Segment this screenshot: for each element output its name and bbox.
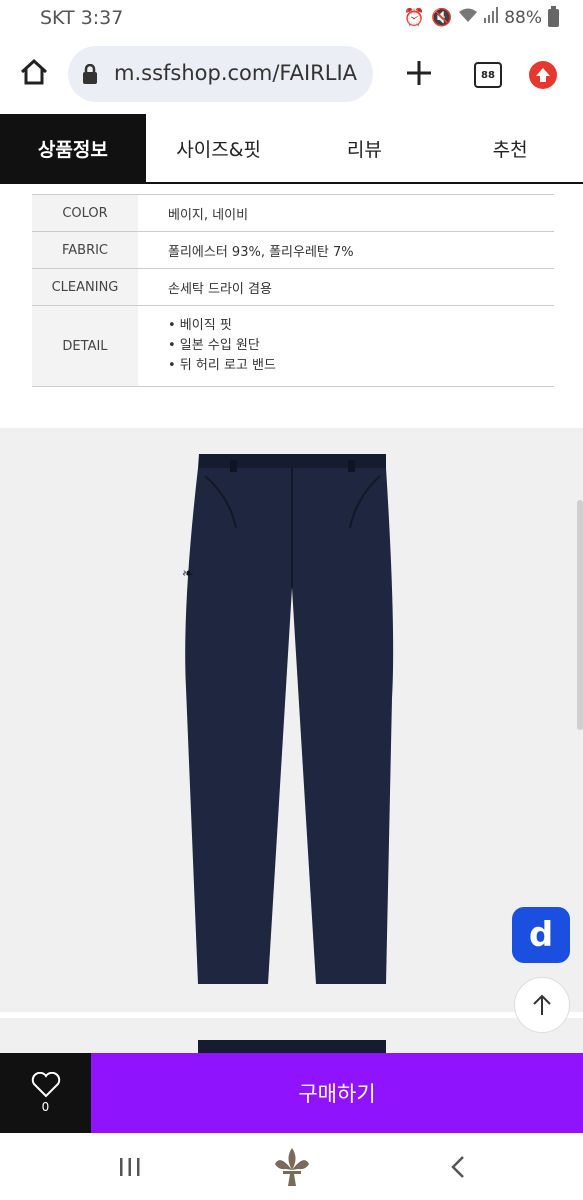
tab-size-fit[interactable]: 사이즈&핏 <box>146 114 292 182</box>
tab-product-info[interactable]: 상품정보 <box>0 114 146 182</box>
detail-line: • 일본 수입 원단 <box>168 338 260 353</box>
spec-row-cleaning: CLEANING 손세탁 드라이 겸용 <box>32 269 554 306</box>
extension-button[interactable] <box>529 61 557 89</box>
spec-value: • 베이직 핏 • 일본 수입 원단 • 뒤 허리 로고 밴드 <box>138 306 554 386</box>
lock-icon <box>83 64 97 84</box>
recent-apps-button[interactable] <box>108 1145 152 1189</box>
url-text: m.ssfshop.com/FAIRLIA <box>114 61 357 85</box>
pants-image: ❧ <box>182 454 394 984</box>
mute-icon: 🔇 <box>431 7 453 28</box>
product-image-next <box>0 1018 583 1058</box>
wifi-icon <box>458 7 478 28</box>
spec-row-fabric: FABRIC 폴리에스터 93%, 폴리우레탄 7% <box>32 232 554 269</box>
status-time: SKT 3:37 <box>40 7 124 29</box>
home-nav-button[interactable] <box>270 1145 314 1189</box>
detail-line: • 베이직 핏 <box>168 318 232 333</box>
spec-row-color: COLOR 베이지, 네이비 <box>32 195 554 232</box>
home-button[interactable] <box>17 55 51 89</box>
product-image: ❧ <box>0 428 583 1012</box>
d-floating-button[interactable]: d <box>512 907 570 963</box>
battery-icon <box>548 5 559 27</box>
fleur-de-lis-icon <box>275 1148 309 1186</box>
spec-key: CLEANING <box>32 269 138 305</box>
spec-table: COLOR 베이지, 네이비 FABRIC 폴리에스터 93%, 폴리우레탄 7… <box>32 194 554 387</box>
signal-icon <box>484 7 499 28</box>
wishlist-count: 0 <box>41 1100 50 1114</box>
tab-switcher-button[interactable]: 88 <box>474 62 502 88</box>
tab-review[interactable]: 리뷰 <box>292 114 438 182</box>
spec-value: 손세탁 드라이 겸용 <box>168 281 272 297</box>
spec-row-detail: DETAIL • 베이직 핏 • 일본 수입 원단 • 뒤 허리 로고 밴드 <box>32 306 554 387</box>
scrollbar[interactable] <box>577 500 583 730</box>
arrow-up-icon <box>536 68 550 82</box>
detail-line: • 뒤 허리 로고 밴드 <box>168 358 276 373</box>
pants-waist-image <box>198 1040 386 1058</box>
spec-key: FABRIC <box>32 232 138 268</box>
alarm-icon: ⏰ <box>403 7 426 28</box>
scroll-top-button[interactable] <box>514 977 570 1033</box>
new-tab-button[interactable] <box>404 58 434 88</box>
svg-text:❧: ❧ <box>182 566 194 582</box>
status-bar: SKT 3:37 ⏰ 🔇 88% <box>0 0 583 36</box>
back-icon <box>451 1156 464 1178</box>
spec-key: DETAIL <box>32 306 138 386</box>
heart-icon <box>31 1072 60 1098</box>
browser-toolbar: m.ssfshop.com/FAIRLIA 88 <box>0 36 583 114</box>
recent-apps-icon <box>120 1158 140 1176</box>
system-nav-bar <box>0 1133 583 1200</box>
battery-percent: 88% <box>504 7 542 28</box>
tab-recommend[interactable]: 추천 <box>437 114 583 182</box>
spec-key: COLOR <box>32 195 138 231</box>
spec-value: 폴리에스터 93%, 폴리우레탄 7% <box>168 244 354 260</box>
status-icons: ⏰ 🔇 88% <box>403 5 559 28</box>
wishlist-button[interactable]: 0 <box>0 1053 91 1133</box>
home-icon <box>20 58 48 85</box>
address-bar[interactable]: m.ssfshop.com/FAIRLIA <box>68 46 373 102</box>
buy-button[interactable]: 구매하기 <box>91 1053 583 1133</box>
product-tabs: 상품정보 사이즈&핏 리뷰 추천 <box>0 114 583 184</box>
back-button[interactable] <box>436 1145 480 1189</box>
arrow-up-icon <box>533 994 551 1015</box>
spec-value: 베이지, 네이비 <box>168 207 249 223</box>
